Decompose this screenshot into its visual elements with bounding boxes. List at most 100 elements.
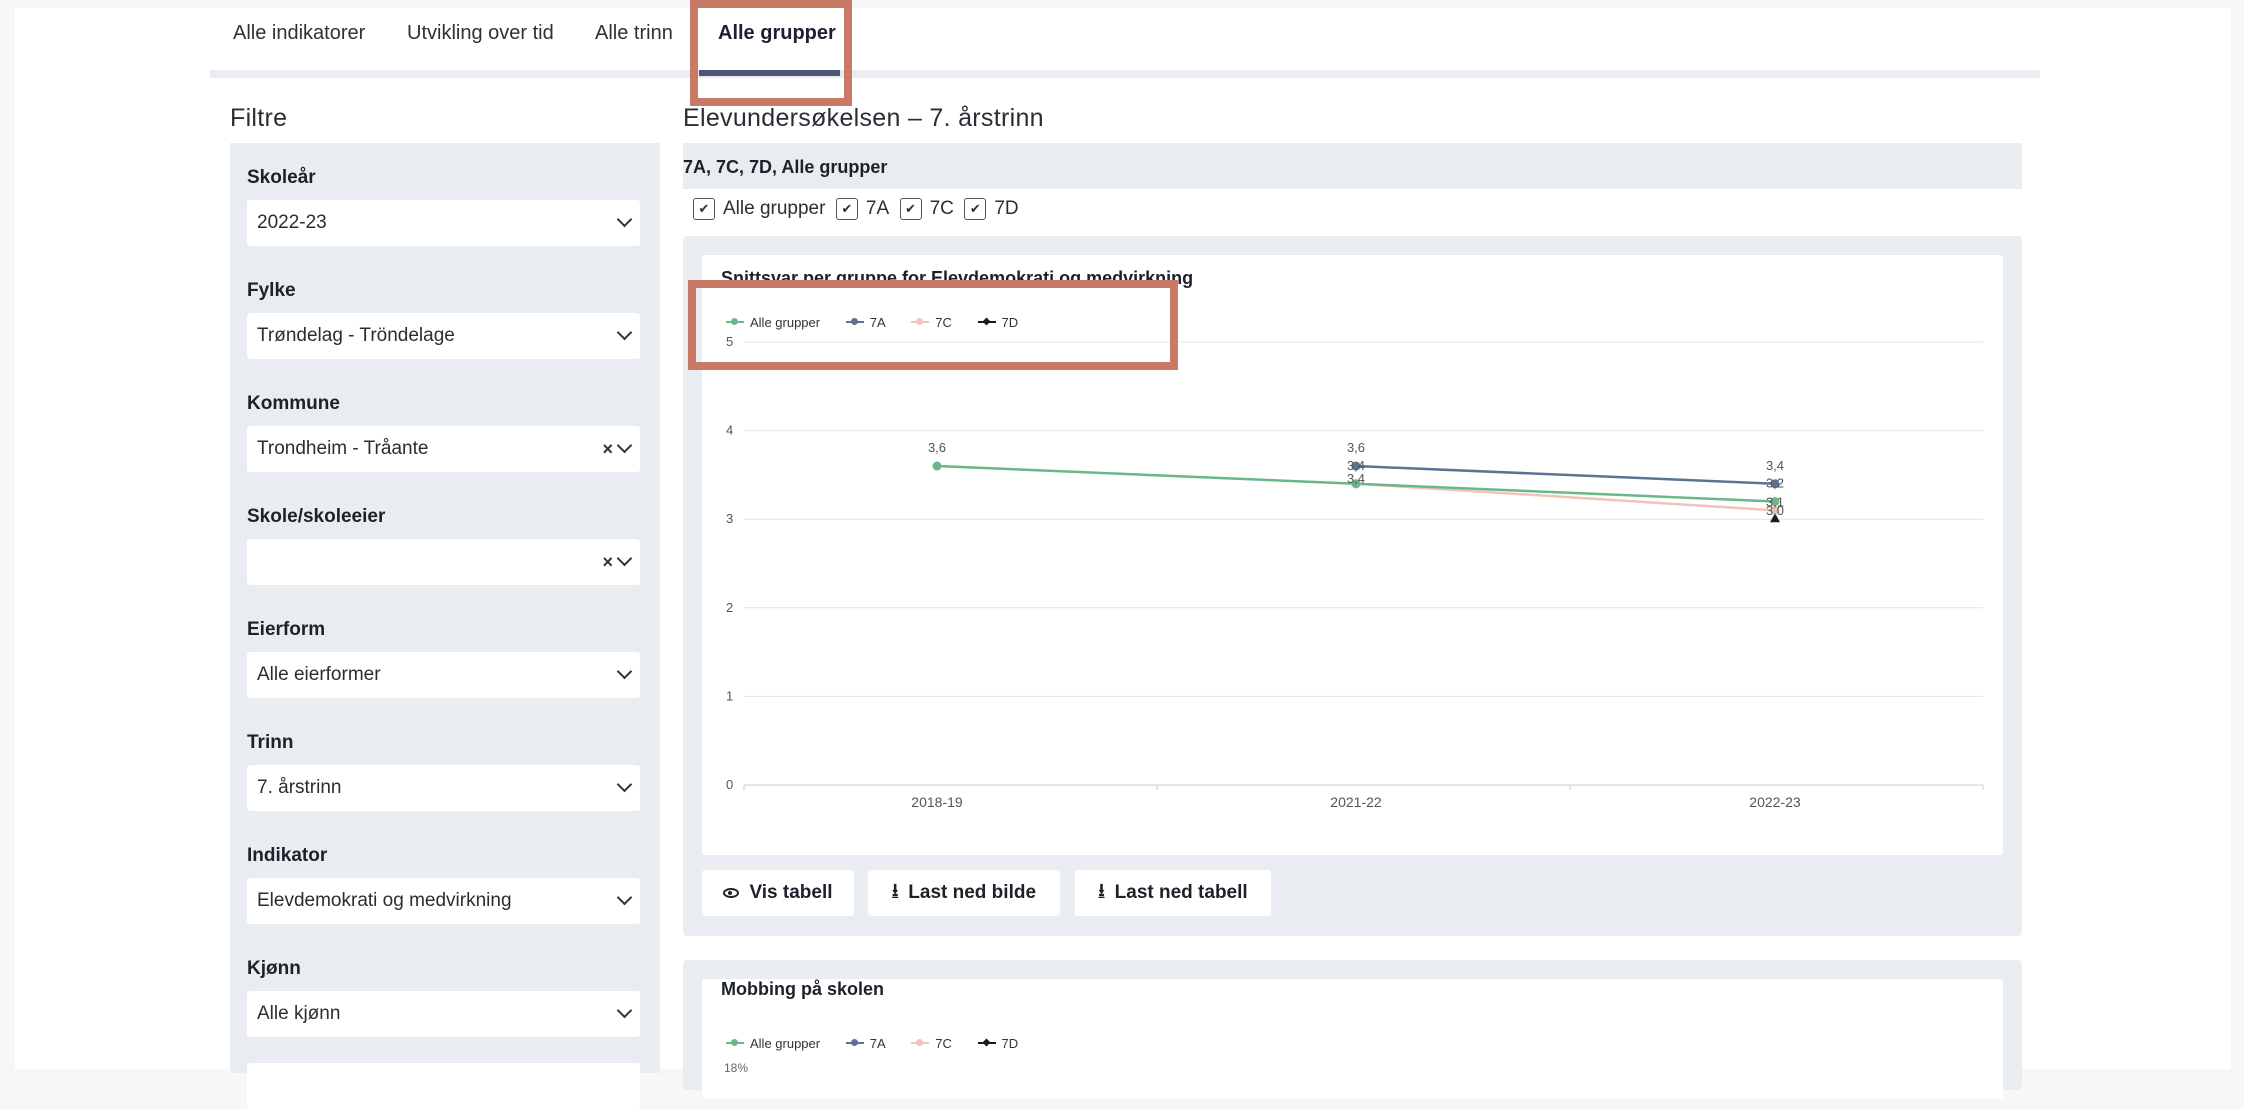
checkbox-alle-grupper[interactable]: ✔ Alle grupper	[693, 198, 825, 220]
clear-icon[interactable]: ×	[602, 552, 613, 572]
checkbox-label: 7D	[994, 198, 1019, 219]
active-tab-indicator	[699, 70, 840, 76]
tab-utvikling-over-tid[interactable]: Utvikling over tid	[407, 0, 554, 62]
eierform-select[interactable]: Alle eierformer	[247, 652, 640, 698]
skolear-value: 2022-23	[257, 212, 327, 233]
tab-alle-grupper[interactable]: Alle grupper	[718, 0, 836, 62]
x-tick-label: 2022-23	[1749, 794, 1801, 810]
y-tick-label: 0	[726, 777, 733, 792]
fylke-label: Fylke	[247, 280, 296, 301]
y-tick-label: 4	[726, 423, 733, 438]
legend-label: 7A	[869, 1035, 886, 1051]
kjonn-select[interactable]: Alle kjønn	[247, 991, 640, 1037]
checkbox-7a[interactable]: ✔ 7A	[835, 198, 890, 220]
data-point	[932, 461, 942, 471]
legend-label: Alle grupper	[750, 1035, 821, 1051]
group-checkboxes: ✔ Alle grupper ✔ 7A ✔ 7C ✔ 7D	[693, 198, 1025, 226]
clear-icon[interactable]: ×	[602, 439, 613, 459]
data-label: 3,0	[1766, 503, 1784, 518]
show-table-label: Vis tabell	[749, 882, 833, 903]
chevron-down-icon	[616, 211, 633, 228]
fylke-value: Trøndelag - Tröndelage	[257, 325, 455, 346]
series-line-7a	[1355, 464, 1776, 486]
skole-label: Skole/skoleeier	[247, 506, 386, 527]
data-label: 3,4	[1347, 471, 1365, 486]
chevron-down-icon	[616, 550, 633, 567]
legend-item-alle-grupper[interactable]: Alle grupper	[726, 1036, 820, 1051]
indikator-select[interactable]: Elevdemokrati og medvirkning	[247, 878, 640, 924]
y-tick-label: 3	[726, 511, 733, 526]
checkbox-7c[interactable]: ✔ 7C	[899, 198, 954, 220]
data-label: 3,4	[1766, 458, 1784, 473]
tab-alle-indikatorer[interactable]: Alle indikatorer	[233, 0, 365, 62]
skolear-select[interactable]: 2022-23	[247, 200, 640, 246]
chevron-down-icon	[616, 324, 633, 341]
legend-item-7d[interactable]: 7D	[977, 1035, 1019, 1051]
skole-select[interactable]: ×	[247, 539, 640, 585]
tab-alle-trinn[interactable]: Alle trinn	[595, 0, 673, 62]
trinn-value: 7. årstrinn	[257, 777, 342, 798]
download-table-label: Last ned tabell	[1114, 882, 1248, 903]
y-tick-label: 1	[726, 688, 733, 703]
kommune-value: Trondheim - Tråante	[257, 438, 429, 459]
chevron-down-icon	[616, 437, 633, 454]
series-line-7c	[1355, 482, 1776, 512]
filters-panel: Skoleår 2022-23 Fylke Trøndelag - Trönde…	[230, 143, 660, 1109]
data-label: 3,2	[1766, 475, 1784, 490]
chart-footer-blank	[712, 815, 1062, 855]
legend-item-7a[interactable]: 7A	[845, 1035, 886, 1051]
page-title: Elevundersøkelsen – 7. årstrinn	[683, 104, 1044, 132]
trinn-select[interactable]: 7. årstrinn	[247, 765, 640, 811]
data-label: 3,6	[1347, 440, 1365, 455]
chart-title: Mobbing på skolen	[721, 979, 885, 999]
legend-label: 7D	[1001, 1035, 1019, 1051]
download-icon: ⭳	[891, 880, 899, 900]
trinn-label: Trinn	[247, 732, 294, 753]
fylke-select[interactable]: Trøndelag - Tröndelage	[247, 313, 640, 359]
download-table-button[interactable]: ⭳ Last ned tabell	[1075, 870, 1271, 916]
skolear-label: Skoleår	[247, 167, 316, 188]
y-tick-label: 18%	[724, 1061, 749, 1075]
download-image-button[interactable]: ⭳ Last ned bilde	[868, 870, 1060, 916]
legend-label: 7C	[935, 1035, 952, 1051]
legend-item-7c[interactable]: 7C	[911, 1036, 952, 1051]
line-chart-svg: 0 1 2 3 4 5 2018-19 2021-22 2022-23 3,6 3,4 3,2 3,6 3…	[726, 334, 1984, 810]
kommune-select[interactable]: Trondheim - Tråante ×	[247, 426, 640, 472]
checkbox-label: 7C	[929, 198, 954, 219]
group-bar-label: 7A, 7C, 7D, Alle grupper	[683, 157, 888, 177]
checkbox-label: Alle grupper	[723, 198, 826, 219]
y-tick-label: 2	[726, 600, 733, 615]
group-bar: 7A, 7C, 7D, Alle grupper	[683, 143, 2022, 189]
download-icon: ⭳	[1098, 880, 1105, 900]
data-label: 3,6	[928, 440, 946, 455]
chevron-down-icon	[616, 663, 633, 680]
download-image-label: Last ned bilde	[908, 882, 1037, 903]
chevron-down-icon	[616, 889, 633, 906]
chart-card-mobbing: Mobbing på skolen Alle grupper 7A 7C 7D …	[683, 960, 2022, 1099]
checkmark-icon: ✔	[964, 198, 987, 220]
eierform-label: Eierform	[247, 619, 326, 640]
kommune-label: Kommune	[247, 393, 340, 414]
chart-container: Mobbing på skolen Alle grupper 7A 7C 7D …	[702, 979, 2003, 1099]
next-filter-select[interactable]	[247, 1063, 640, 1109]
indikator-label: Indikator	[247, 845, 328, 866]
chart-container: Snittsvar per gruppe for Elevdemokrati o…	[702, 255, 2003, 855]
kjonn-label: Kjønn	[247, 958, 301, 979]
indikator-value: Elevdemokrati og medvirkning	[257, 890, 512, 911]
y-tick-label: 5	[726, 334, 733, 349]
chevron-down-icon	[616, 776, 633, 793]
checkbox-label: 7A	[865, 198, 890, 219]
eye-icon	[723, 888, 740, 898]
show-table-button[interactable]: Vis tabell	[702, 870, 854, 916]
x-tick-label: 2021-22	[1330, 794, 1382, 810]
kjonn-value: Alle kjønn	[257, 1003, 341, 1024]
checkbox-7d[interactable]: ✔ 7D	[964, 198, 1019, 220]
chevron-down-icon	[616, 1002, 633, 1019]
checkmark-icon: ✔	[899, 198, 922, 220]
x-tick-label: 2018-19	[911, 794, 963, 810]
chart-card-elevdemokrati: Snittsvar per gruppe for Elevdemokrati o…	[683, 236, 2022, 936]
content-top-border	[210, 70, 2040, 78]
filters-title: Filtre	[230, 104, 288, 132]
checkmark-icon: ✔	[693, 198, 715, 220]
chart-legend: Alle grupper 7A 7C 7D	[726, 1032, 1040, 1051]
